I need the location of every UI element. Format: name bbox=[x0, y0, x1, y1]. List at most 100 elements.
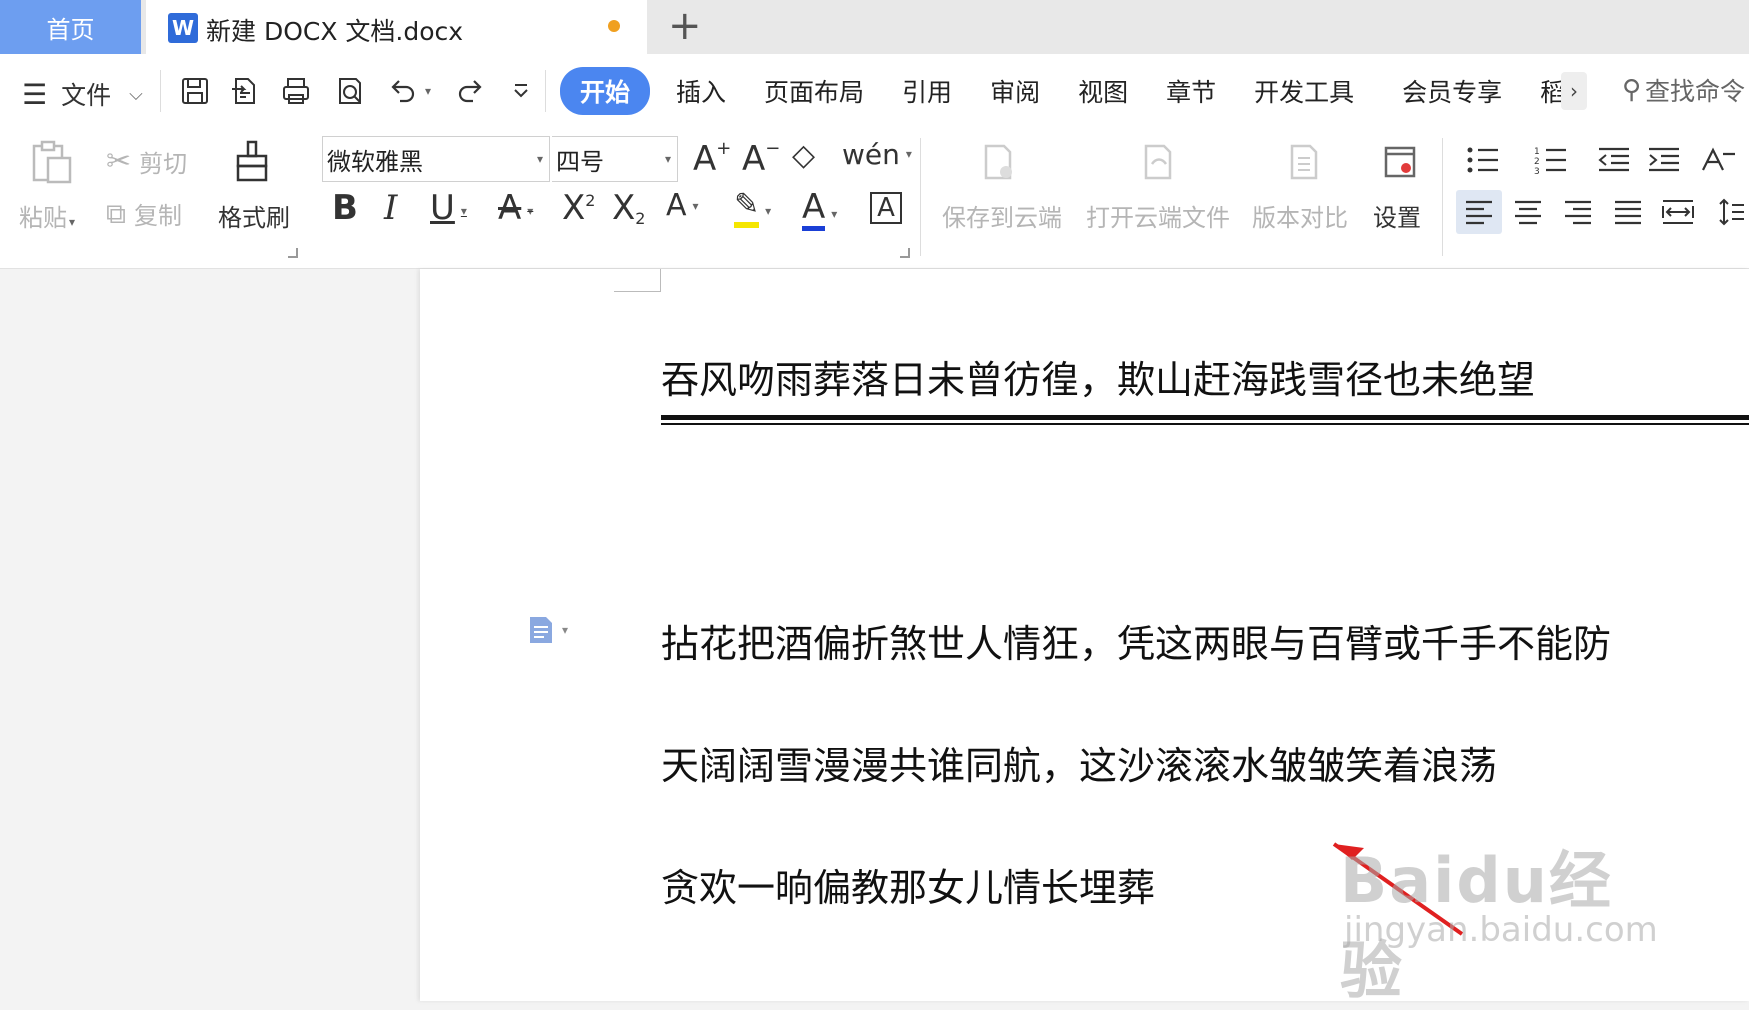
chevron-down-icon: ⌵ bbox=[129, 83, 143, 105]
tab-home[interactable]: 首页 bbox=[0, 0, 141, 54]
export-pdf-icon[interactable] bbox=[225, 72, 263, 110]
numbered-list-icon[interactable]: 123 bbox=[1528, 142, 1580, 178]
tab-member[interactable]: 会员专享 bbox=[1402, 73, 1502, 109]
settings-button[interactable]: 设置 bbox=[1373, 198, 1421, 233]
file-menu-button[interactable]: ☰ 文件 ⌵ bbox=[22, 76, 143, 112]
bullet-list-icon[interactable] bbox=[1460, 142, 1512, 178]
grow-font-icon[interactable]: A + bbox=[693, 138, 731, 179]
undo-icon[interactable] bbox=[383, 72, 421, 110]
superscript-icon[interactable]: X2 bbox=[562, 188, 595, 228]
version-compare-button[interactable]: 版本对比 bbox=[1252, 198, 1348, 233]
align-left-icon[interactable] bbox=[1456, 190, 1502, 234]
character-border-icon[interactable]: A bbox=[870, 192, 902, 224]
chevron-down-icon: ▾ bbox=[536, 152, 543, 166]
divider bbox=[545, 70, 546, 112]
font-size-select[interactable]: 四号 ▾ bbox=[552, 136, 678, 182]
customize-toolbar-icon[interactable] bbox=[502, 72, 540, 110]
font-group-launcher-icon[interactable] bbox=[900, 248, 910, 258]
search-command-label: 查找命令 bbox=[1645, 77, 1746, 106]
menu-bar: ☰ 文件 ⌵ ▾ 开始 插入 页面布局 引用 审阅 视图 章节 开发工具 会员专… bbox=[0, 54, 1749, 128]
print-preview-icon[interactable] bbox=[331, 72, 369, 110]
hamburger-icon: ☰ bbox=[22, 77, 48, 111]
undo-dropdown-icon[interactable]: ▾ bbox=[418, 72, 438, 110]
highlight-icon[interactable]: ✎ ▾ bbox=[734, 188, 771, 228]
document-line[interactable]: 天阔阔雪漫漫共谁同航，这沙滚滚水皱皱笑着浪荡 bbox=[661, 735, 1497, 790]
paste-icon[interactable] bbox=[28, 138, 76, 186]
open-cloud-icon[interactable] bbox=[1138, 142, 1178, 182]
font-size-value: 四号 bbox=[556, 147, 604, 176]
ribbon-toolbar: 粘贴 ▾ ✂ 剪切 ⧉ 复制 格式刷 微软雅黑 ▾ 四号 ▾ A + A − ◇ wé… bbox=[0, 128, 1749, 269]
increase-indent-icon[interactable] bbox=[1644, 142, 1684, 178]
align-right-icon[interactable] bbox=[1558, 194, 1598, 230]
tab-document[interactable]: W 新建 DOCX 文档.docx bbox=[146, 0, 647, 54]
save-cloud-icon[interactable] bbox=[978, 142, 1018, 182]
phonetic-guide-icon[interactable]: wén ▾ bbox=[842, 138, 912, 171]
subscript-icon[interactable]: X2 bbox=[612, 188, 645, 228]
tab-developer[interactable]: 开发工具 bbox=[1254, 73, 1354, 109]
shrink-font-icon[interactable]: A − bbox=[742, 138, 780, 179]
file-menu-label: 文件 bbox=[61, 81, 112, 110]
copy-icon: ⧉ bbox=[106, 196, 126, 230]
document-page[interactable]: 吞风吻雨葬落日未曾彷徨，欺山赶海践雪径也未绝望 ▾ 拈花把酒偏折煞世人情狂，凭这… bbox=[420, 269, 1749, 1001]
cut-label: 剪切 bbox=[139, 150, 188, 178]
divider bbox=[1442, 138, 1443, 256]
divider bbox=[160, 70, 161, 112]
svg-text:1: 1 bbox=[1534, 147, 1540, 157]
new-tab-button[interactable]: + bbox=[668, 4, 702, 48]
line-spacing-icon[interactable] bbox=[1716, 194, 1746, 230]
document-tab-title: 新建 DOCX 文档.docx bbox=[206, 17, 464, 46]
font-color-icon[interactable]: A ▾ bbox=[802, 188, 837, 231]
underline-icon[interactable]: U ▾ bbox=[430, 188, 467, 228]
clear-format-icon[interactable]: ◇ bbox=[792, 138, 815, 173]
version-compare-icon[interactable] bbox=[1284, 142, 1324, 182]
print-icon[interactable] bbox=[277, 72, 315, 110]
paste-button[interactable]: 粘贴 ▾ bbox=[19, 198, 75, 233]
tab-view[interactable]: 视图 bbox=[1078, 73, 1128, 109]
tab-start[interactable]: 开始 bbox=[560, 67, 651, 115]
bold-icon[interactable]: B bbox=[332, 188, 358, 228]
save-cloud-button[interactable]: 保存到云端 bbox=[942, 198, 1062, 233]
tab-chapter[interactable]: 章节 bbox=[1166, 73, 1216, 109]
tab-bar: 首页 W 新建 DOCX 文档.docx + bbox=[0, 0, 1749, 54]
wps-writer-icon: W bbox=[168, 13, 198, 43]
font-name-value: 微软雅黑 bbox=[327, 147, 423, 176]
align-center-icon[interactable] bbox=[1508, 194, 1548, 230]
redo-icon[interactable] bbox=[452, 72, 490, 110]
ribbon-tabs: 开始 插入 页面布局 引用 审阅 视图 章节 开发工具 会员专享 稻 bbox=[560, 67, 1565, 115]
italic-icon[interactable]: I bbox=[384, 188, 397, 228]
document-line[interactable]: 贪欢一晌偏教那女儿情长埋葬 bbox=[661, 857, 1155, 912]
justify-icon[interactable] bbox=[1608, 194, 1648, 230]
format-painter-icon[interactable] bbox=[230, 138, 278, 186]
page-margin-marker bbox=[614, 269, 661, 292]
decrease-indent-icon[interactable] bbox=[1594, 142, 1634, 178]
cut-button[interactable]: ✂ 剪切 bbox=[106, 144, 187, 179]
scissors-icon: ✂ bbox=[106, 144, 132, 179]
font-name-select[interactable]: 微软雅黑 ▾ bbox=[322, 136, 550, 182]
copy-button[interactable]: ⧉ 复制 bbox=[106, 196, 182, 231]
paragraph-layout-icon bbox=[530, 617, 552, 643]
format-painter-button[interactable]: 格式刷 bbox=[218, 198, 290, 233]
tab-page-layout[interactable]: 页面布局 bbox=[764, 73, 864, 109]
paste-label: 粘贴 bbox=[19, 204, 67, 232]
clipboard-group-launcher-icon[interactable] bbox=[288, 248, 298, 258]
save-icon[interactable] bbox=[176, 72, 214, 110]
paragraph-handle[interactable]: ▾ bbox=[528, 615, 568, 645]
annotation-arrow-icon bbox=[1332, 842, 1464, 936]
tab-review[interactable]: 审阅 bbox=[990, 73, 1040, 109]
copy-label: 复制 bbox=[134, 202, 182, 230]
tab-insert[interactable]: 插入 bbox=[676, 73, 726, 109]
search-command[interactable]: ⚲ 查找命令 bbox=[1622, 72, 1745, 108]
distributed-align-icon[interactable] bbox=[1658, 194, 1698, 230]
unsaved-indicator-icon bbox=[608, 20, 620, 32]
more-tabs-button[interactable]: › bbox=[1561, 72, 1587, 110]
text-effect-icon[interactable]: A ▾ bbox=[666, 188, 699, 223]
open-cloud-button[interactable]: 打开云端文件 bbox=[1086, 198, 1230, 233]
svg-text:3: 3 bbox=[1534, 167, 1540, 175]
chevron-down-icon: ▾ bbox=[664, 152, 671, 166]
document-line[interactable]: 拈花把酒偏折煞世人情狂，凭这两眼与百臂或千手不能防 bbox=[661, 613, 1611, 668]
tab-references[interactable]: 引用 bbox=[902, 73, 952, 109]
text-direction-icon[interactable] bbox=[1694, 142, 1744, 178]
settings-icon[interactable] bbox=[1380, 142, 1420, 182]
document-line[interactable]: 吞风吻雨葬落日未曾彷徨，欺山赶海践雪径也未绝望 bbox=[661, 349, 1535, 404]
strikethrough-icon[interactable]: A ▾ bbox=[498, 188, 533, 228]
